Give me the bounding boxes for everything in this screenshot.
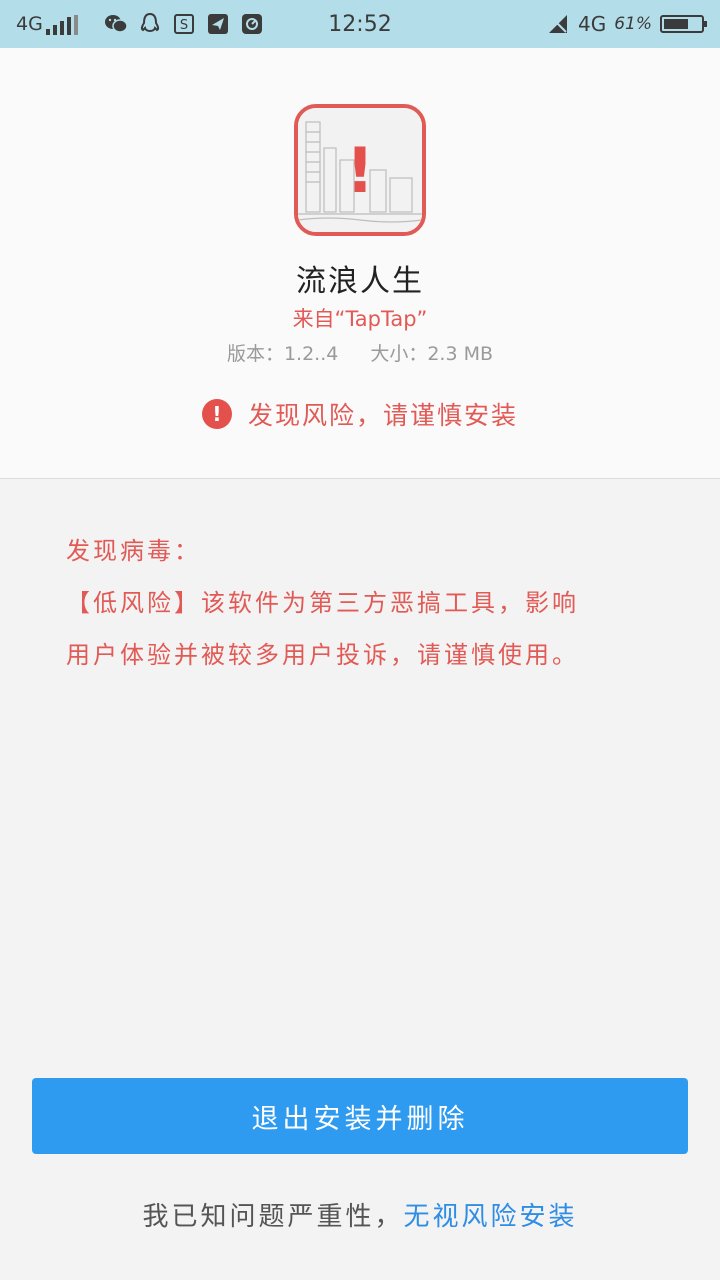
ignore-risk-prefix: 我已知问题严重性， — [142, 1202, 404, 1232]
exit-and-delete-button[interactable]: 退出安装并删除 — [32, 1078, 688, 1154]
app-version: 版本：1.2..4 — [226, 343, 339, 365]
alert-icon: ! — [201, 399, 232, 429]
ignore-risk-line: 我已知问题严重性，无视风险安装 — [0, 1196, 720, 1233]
app-icon: ! — [294, 104, 426, 236]
warning-exclamation: ! — [345, 133, 375, 207]
app-size: 大小：2.3 MB — [370, 343, 494, 365]
status-bar: 4G S 12:52 4G 61% — [0, 0, 720, 48]
risk-label: 发现风险，请谨慎安装 — [247, 401, 518, 430]
app-info-card: ! 流浪人生 来自“TapTap” 版本：1.2..4 大小：2.3 MB ! 发… — [0, 48, 720, 479]
virus-desc-line2: 用户体验并被较多用户投诉，请谨慎使用。 — [66, 641, 579, 669]
network-type-right: 4G — [577, 12, 607, 36]
battery-percent: 61% — [614, 14, 652, 34]
status-right-group: 4G 61% — [546, 0, 707, 48]
virus-desc-line1: 【低风险】该软件为第三方恶搞工具，影响 — [66, 589, 579, 617]
app-meta: 版本：1.2..4 大小：2.3 MB — [0, 339, 720, 366]
wifi-off-icon — [546, 12, 570, 36]
app-name: 流浪人生 — [296, 264, 424, 299]
virus-title: 发现病毒： — [66, 537, 201, 565]
app-source: 来自“TapTap” — [292, 307, 428, 331]
ignore-risk-install-link[interactable]: 无视风险安装 — [404, 1202, 578, 1232]
battery-icon — [660, 15, 707, 33]
virus-details: 发现病毒： 【低风险】该软件为第三方恶搞工具，影响 用户体验并被较多用户投诉，请… — [66, 525, 656, 681]
risk-warning: ! 发现风险，请谨慎安装 — [0, 396, 720, 432]
